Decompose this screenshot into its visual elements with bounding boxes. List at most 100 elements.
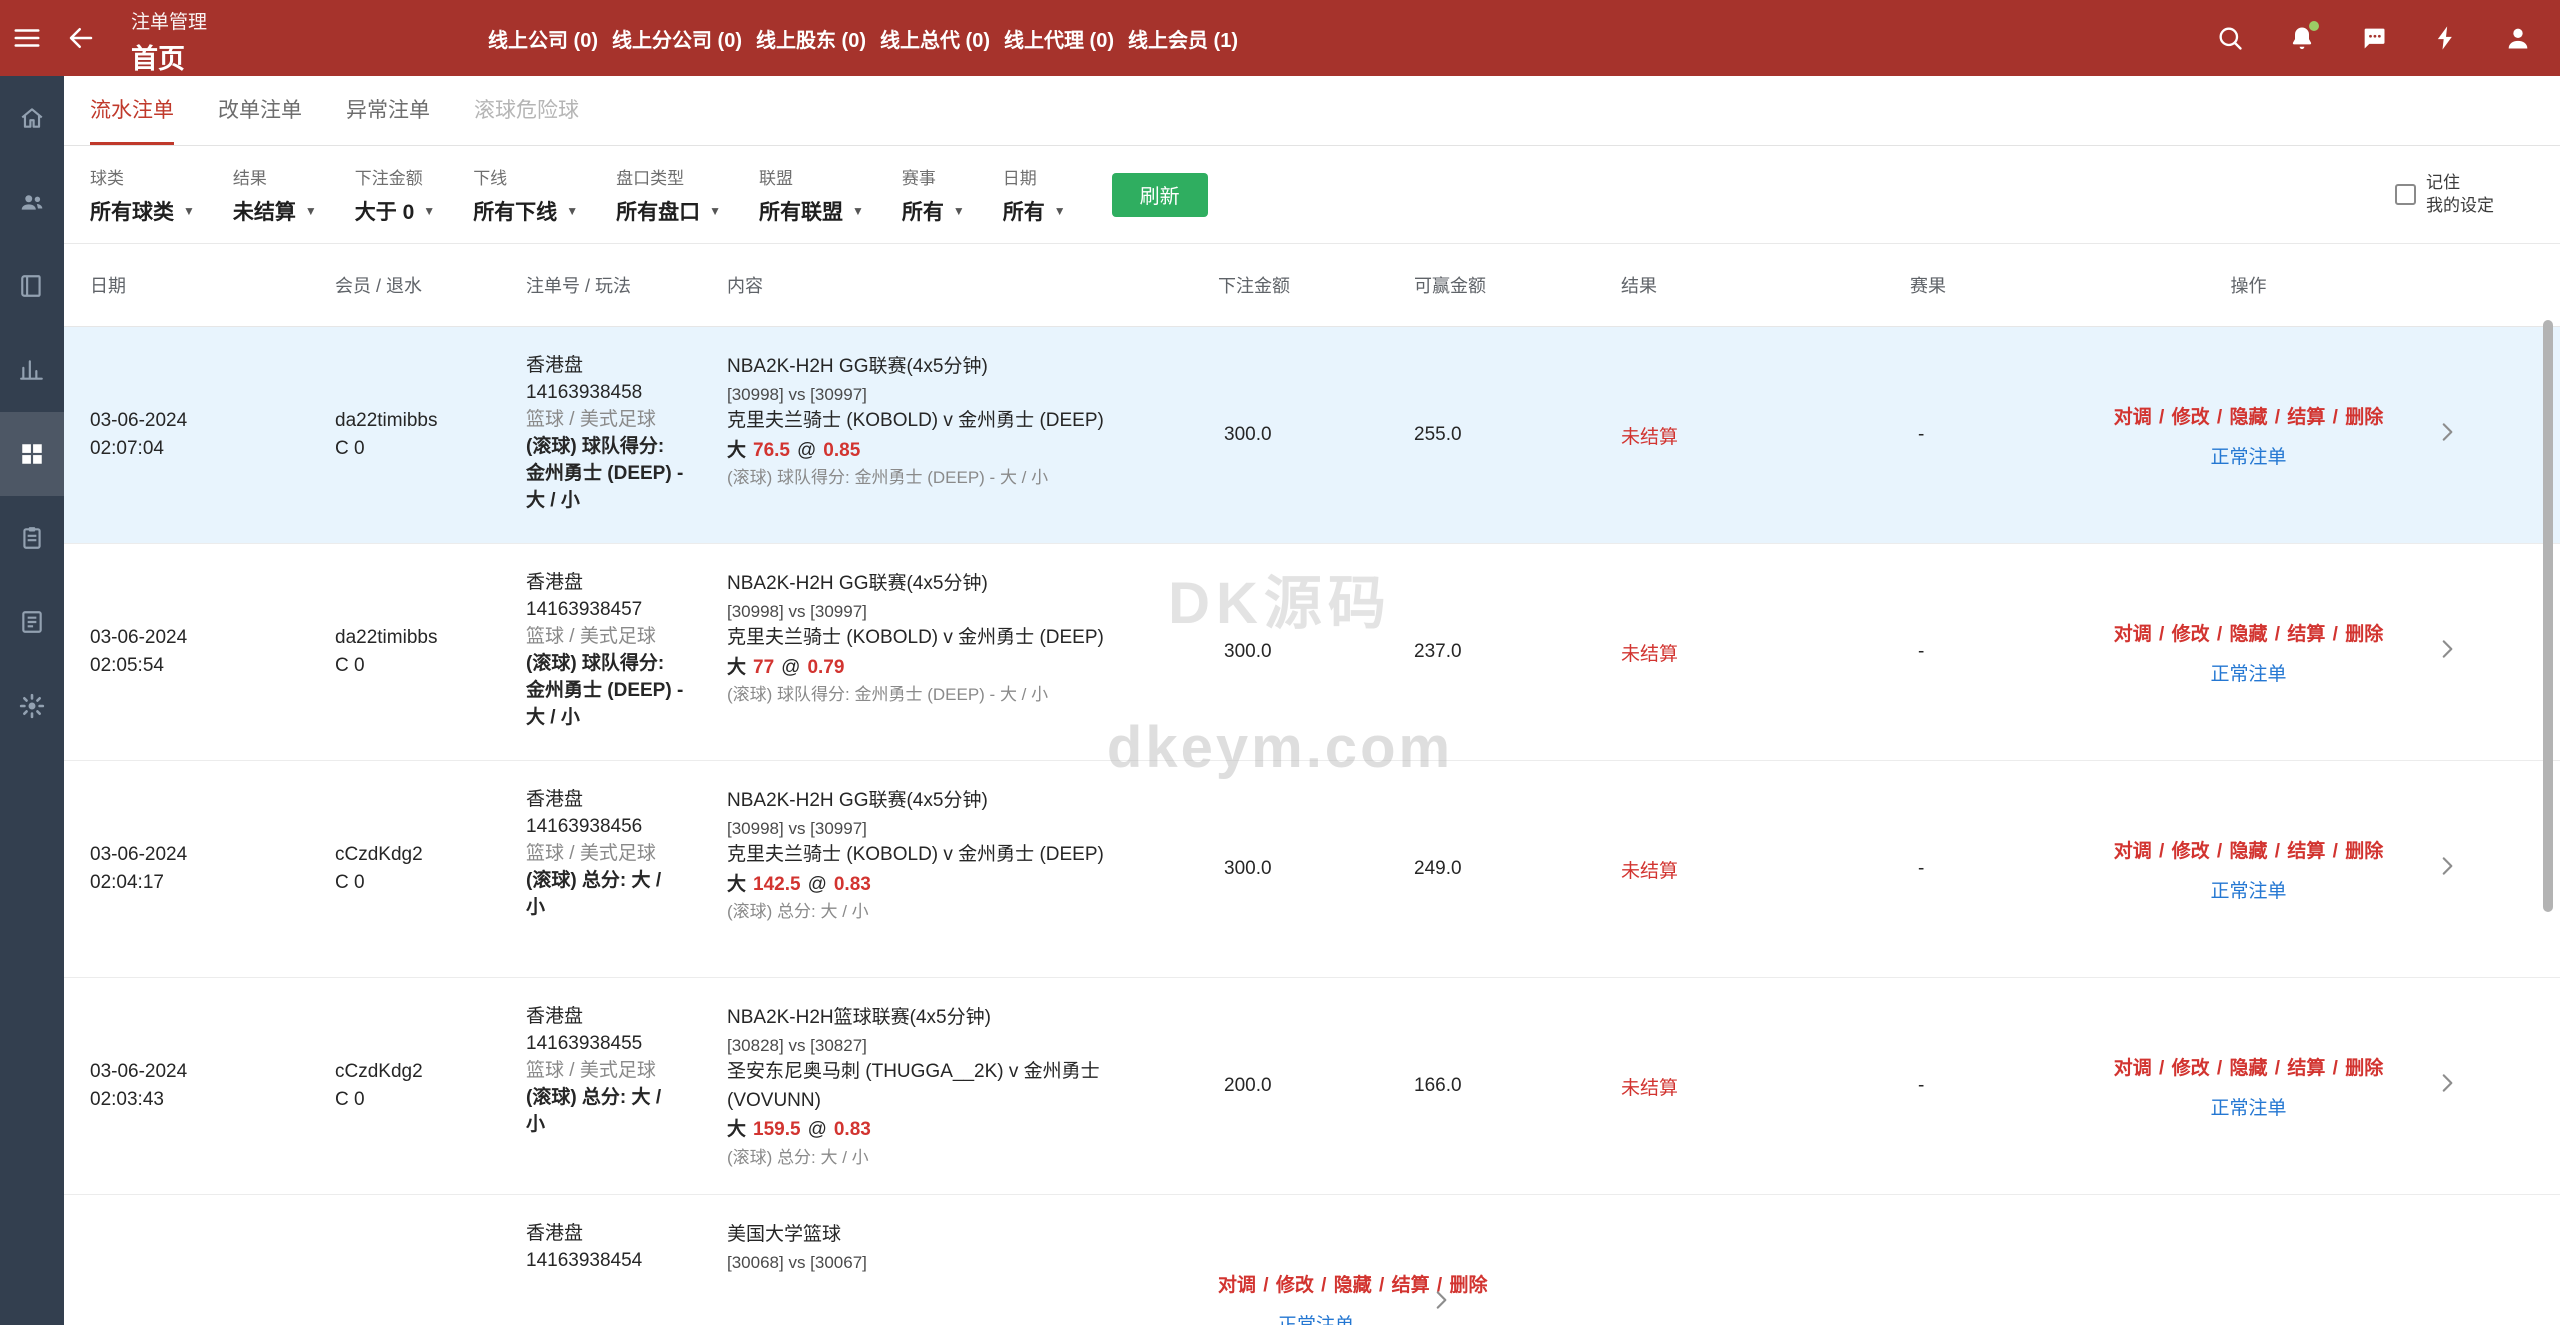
- title-block: 注单管理 首页: [131, 7, 207, 76]
- sidebar-item[interactable]: [0, 76, 64, 160]
- search-button[interactable]: [2214, 22, 2246, 54]
- row-expand[interactable]: [2420, 419, 2560, 451]
- op-link[interactable]: 修改: [1276, 1275, 1314, 1296]
- table-row[interactable]: 03-06-2024 02:07:04 da22timibbs C 0 香港盘 …: [64, 327, 2560, 544]
- ops-line: 对调 / 修改 / 隐藏 / 结算 / 删除: [2077, 619, 2420, 646]
- market-name: 香港盘: [526, 1004, 685, 1031]
- op-link[interactable]: 结算: [2287, 624, 2325, 645]
- chat-button[interactable]: [2358, 22, 2390, 54]
- column-header: 操作: [2077, 272, 2420, 298]
- row-expand[interactable]: [2420, 853, 2560, 885]
- menu-button[interactable]: [12, 18, 52, 58]
- top-nav-item[interactable]: 线上总代 (0): [880, 24, 990, 53]
- table-row[interactable]: 03-06-2024 02:04:17 cCzdKdg2 C 0 香港盘 141…: [64, 761, 2560, 978]
- row-expand[interactable]: [2420, 636, 2560, 668]
- filter-dropdown[interactable]: 球类所有球类▼: [90, 164, 195, 226]
- user-button[interactable]: [2502, 22, 2534, 54]
- top-nav-item[interactable]: 线上公司 (0): [488, 24, 598, 53]
- op-link[interactable]: 隐藏: [2229, 841, 2267, 862]
- remember-checkbox[interactable]: [2395, 184, 2416, 205]
- sidebar-item[interactable]: [0, 580, 64, 664]
- filter-value: 所有▼: [902, 196, 965, 226]
- op-link[interactable]: 删除: [2345, 841, 2383, 862]
- sidebar-item[interactable]: [0, 160, 64, 244]
- tab-item[interactable]: 异常注单: [346, 76, 430, 145]
- filter-label: 联盟: [759, 164, 864, 189]
- op-link[interactable]: 结算: [2287, 1058, 2325, 1079]
- bell-button[interactable]: [2286, 22, 2318, 54]
- normal-bet-link[interactable]: 正常注单: [1278, 1310, 1354, 1325]
- remember-setting[interactable]: 记住我的设定: [2395, 172, 2494, 216]
- table-row[interactable]: 03-06-2024 02:03:43 cCzdKdg2 C 0 香港盘 141…: [64, 978, 2560, 1195]
- filter-dropdown[interactable]: 下线所有下线▼: [473, 164, 578, 226]
- op-link[interactable]: 删除: [2345, 1058, 2383, 1079]
- table-row[interactable]: 香港盘 14163938454 美国大学篮球 [30068] vs [30067…: [64, 1195, 2560, 1325]
- sidebar-item[interactable]: [0, 328, 64, 412]
- normal-bet-link[interactable]: 正常注单: [2210, 442, 2286, 469]
- op-link[interactable]: 隐藏: [2229, 1058, 2267, 1079]
- op-link[interactable]: 隐藏: [2229, 624, 2267, 645]
- play-type: (滚球) 总分: 大 / 小: [526, 868, 685, 922]
- lightning-button[interactable]: [2430, 22, 2462, 54]
- table-row[interactable]: 03-06-2024 02:05:54 da22timibbs C 0 香港盘 …: [64, 544, 2560, 761]
- op-link[interactable]: 对调: [2114, 841, 2152, 862]
- member-name: cCzdKdg2: [335, 1058, 508, 1087]
- tab-item[interactable]: 流水注单: [90, 76, 174, 145]
- bet-operations: 对调 / 修改 / 隐藏 / 结算 / 删除 正常注单: [1218, 1270, 1414, 1325]
- op-link[interactable]: 对调: [2114, 1058, 2152, 1079]
- chat-icon: [2358, 24, 2390, 52]
- op-link[interactable]: 修改: [2172, 624, 2210, 645]
- tab-item[interactable]: 改单注单: [218, 76, 302, 145]
- sidebar-item[interactable]: [0, 412, 64, 496]
- row-expand[interactable]: [2420, 1070, 2560, 1102]
- refresh-button[interactable]: 刷新: [1112, 173, 1208, 217]
- main-content: 流水注单改单注单异常注单滚球危险球 球类所有球类▼ 结果未结算▼ 下注金额大于 0▼…: [64, 76, 2560, 1325]
- filter-dropdown[interactable]: 赛事所有▼: [902, 164, 965, 226]
- play-type: (滚球) 球队得分: 金州勇士 (DEEP) - 大 / 小: [526, 651, 685, 732]
- match-ids: [30828] vs [30827]: [727, 1033, 1158, 1059]
- op-link[interactable]: 隐藏: [1334, 1275, 1372, 1296]
- back-button[interactable]: [66, 18, 106, 58]
- op-link[interactable]: 删除: [2345, 407, 2383, 428]
- bet-result: 未结算: [1621, 639, 1910, 666]
- bet-amount: 300.0: [1218, 641, 1414, 663]
- chevron-right-icon: [2434, 1080, 2460, 1101]
- op-separator: /: [1316, 1275, 1332, 1296]
- op-link[interactable]: 修改: [2172, 407, 2210, 428]
- op-link[interactable]: 隐藏: [2229, 407, 2267, 428]
- filter-dropdown[interactable]: 结果未结算▼: [233, 164, 317, 226]
- op-link[interactable]: 结算: [2287, 407, 2325, 428]
- filter-dropdown[interactable]: 联盟所有联盟▼: [759, 164, 864, 226]
- top-nav-item[interactable]: 线上代理 (0): [1004, 24, 1114, 53]
- sidebar-item[interactable]: [0, 664, 64, 748]
- top-nav-item[interactable]: 线上会员 (1): [1128, 24, 1238, 53]
- filter-selected-value: 所有盘口: [616, 196, 700, 226]
- normal-bet-link[interactable]: 正常注单: [2210, 876, 2286, 903]
- op-link[interactable]: 对调: [1218, 1275, 1256, 1296]
- filter-dropdown[interactable]: 盘口类型所有盘口▼: [616, 164, 721, 226]
- sidebar-item[interactable]: [0, 244, 64, 328]
- normal-bet-link[interactable]: 正常注单: [2210, 659, 2286, 686]
- scrollbar-thumb[interactable]: [2543, 320, 2553, 912]
- filter-dropdown[interactable]: 下注金额大于 0▼: [355, 164, 435, 226]
- caret-down-icon: ▼: [1054, 204, 1066, 218]
- op-link[interactable]: 结算: [2287, 841, 2325, 862]
- op-link[interactable]: 删除: [2345, 624, 2383, 645]
- tab-item[interactable]: 滚球危险球: [474, 76, 579, 145]
- normal-bet-link[interactable]: 正常注单: [2210, 1093, 2286, 1120]
- member-name: da22timibbs: [335, 624, 508, 653]
- op-link[interactable]: 修改: [2172, 841, 2210, 862]
- member-rebate: C 0: [335, 652, 508, 681]
- op-link[interactable]: 对调: [2114, 624, 2152, 645]
- column-header: 注单号 / 玩法: [526, 272, 727, 298]
- top-nav-item[interactable]: 线上股东 (0): [756, 24, 866, 53]
- row-expand[interactable]: [1414, 1287, 1621, 1319]
- bet-content: 美国大学篮球 [30068] vs [30067]: [727, 1195, 1218, 1295]
- top-nav-item[interactable]: 线上分公司 (0): [612, 24, 742, 53]
- sidebar-item[interactable]: [0, 496, 64, 580]
- member-name: cCzdKdg2: [335, 841, 508, 870]
- op-link[interactable]: 修改: [2172, 1058, 2210, 1079]
- filter-dropdown[interactable]: 日期所有▼: [1003, 164, 1066, 226]
- match-result: -: [1910, 1075, 2077, 1097]
- op-link[interactable]: 对调: [2114, 407, 2152, 428]
